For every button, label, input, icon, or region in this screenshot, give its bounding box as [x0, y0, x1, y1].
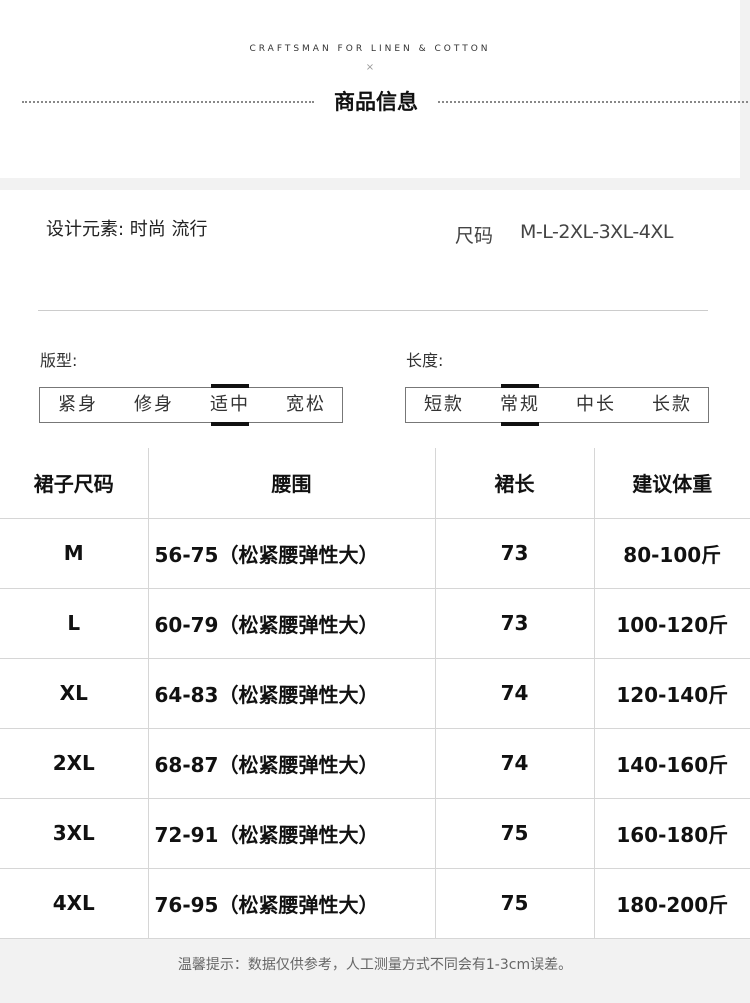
header-waist: 腰围	[148, 448, 436, 519]
size-table-wrap: 裙子尺码 腰围 裙长 建议体重 M 56-75（松紧腰弹性大） 73 80-10…	[0, 448, 750, 939]
cell-weight: 180-200斤	[594, 868, 750, 939]
cell-weight: 120-140斤	[594, 658, 750, 729]
cell-waist: 72-91（松紧腰弹性大）	[148, 798, 436, 869]
brand-tagline: CRAFTSMAN FOR LINEN & COTTON	[249, 44, 491, 54]
cell-weight: 140-160斤	[594, 728, 750, 799]
cell-weight: 80-100斤	[594, 518, 750, 589]
cell-size: M	[0, 518, 149, 589]
length-label: 长度:	[406, 351, 444, 370]
length-option: 短款	[424, 394, 464, 415]
product-info-card: 设计元素: 时尚 流行 尺码 M-L-2XL-3XL-4XL 版型: 紧身 修身…	[0, 190, 750, 448]
cell-length: 73	[435, 518, 595, 589]
header-card: CRAFTSMAN FOR LINEN & COTTON × 商品信息	[0, 0, 748, 178]
table-row: L 60-79（松紧腰弹性大） 73 100-120斤	[0, 588, 750, 659]
table-row: 3XL 72-91（松紧腰弹性大） 75 160-180斤	[0, 798, 750, 869]
table-row: M 56-75（松紧腰弹性大） 73 80-100斤	[0, 518, 750, 589]
cell-weight: 160-180斤	[594, 798, 750, 869]
cell-size: 2XL	[0, 728, 149, 799]
size-label: 尺码	[455, 225, 494, 247]
cell-size: 4XL	[0, 868, 149, 939]
cell-size: 3XL	[0, 798, 149, 869]
cell-length: 74	[435, 658, 595, 729]
section-title: 商品信息	[334, 90, 418, 114]
header-length: 裙长	[435, 448, 595, 519]
header-weight: 建议体重	[594, 448, 750, 519]
cell-waist: 68-87（松紧腰弹性大）	[148, 728, 436, 799]
cell-length: 73	[435, 588, 595, 659]
section-title-row: 商品信息	[22, 84, 748, 118]
dotted-divider-left	[22, 101, 314, 103]
cell-length: 75	[435, 868, 595, 939]
fit-label: 版型:	[40, 351, 78, 370]
length-option: 常规	[482, 384, 558, 426]
separator-mark: ×	[365, 62, 375, 73]
header-size: 裙子尺码	[0, 448, 149, 519]
cell-length: 75	[435, 798, 595, 869]
table-header-row: 裙子尺码 腰围 裙长 建议体重	[0, 448, 750, 519]
cell-length: 74	[435, 728, 595, 799]
length-options: 短款 常规 中长 长款	[405, 384, 709, 426]
dotted-divider-right	[438, 101, 748, 103]
design-elements: 设计元素: 时尚 流行	[46, 219, 208, 240]
fit-option: 修身	[134, 394, 174, 415]
length-option: 长款	[652, 394, 692, 415]
fit-options: 紧身 修身 适中 宽松	[39, 384, 343, 426]
table-row: 2XL 68-87（松紧腰弹性大） 74 140-160斤	[0, 728, 750, 799]
cell-waist: 64-83（松紧腰弹性大）	[148, 658, 436, 729]
measurement-note: 温馨提示：数据仅供参考，人工测量方式不同会有1-3cm误差。	[177, 957, 573, 973]
size-value: M-L-2XL-3XL-4XL	[520, 221, 673, 243]
cell-waist: 60-79（松紧腰弹性大）	[148, 588, 436, 659]
info-divider	[38, 310, 708, 311]
fit-option: 适中	[192, 384, 268, 426]
cell-waist: 76-95（松紧腰弹性大）	[148, 868, 436, 939]
table-row: XL 64-83（松紧腰弹性大） 74 120-140斤	[0, 658, 750, 729]
cell-weight: 100-120斤	[594, 588, 750, 659]
length-option: 中长	[576, 394, 616, 415]
fit-option: 紧身	[58, 394, 98, 415]
table-row: 4XL 76-95（松紧腰弹性大） 75 180-200斤	[0, 868, 750, 939]
size-table: 裙子尺码 腰围 裙长 建议体重 M 56-75（松紧腰弹性大） 73 80-10…	[0, 448, 750, 939]
cell-waist: 56-75（松紧腰弹性大）	[148, 518, 436, 589]
fit-option: 宽松	[286, 394, 326, 415]
cell-size: L	[0, 588, 149, 659]
cell-size: XL	[0, 658, 149, 729]
